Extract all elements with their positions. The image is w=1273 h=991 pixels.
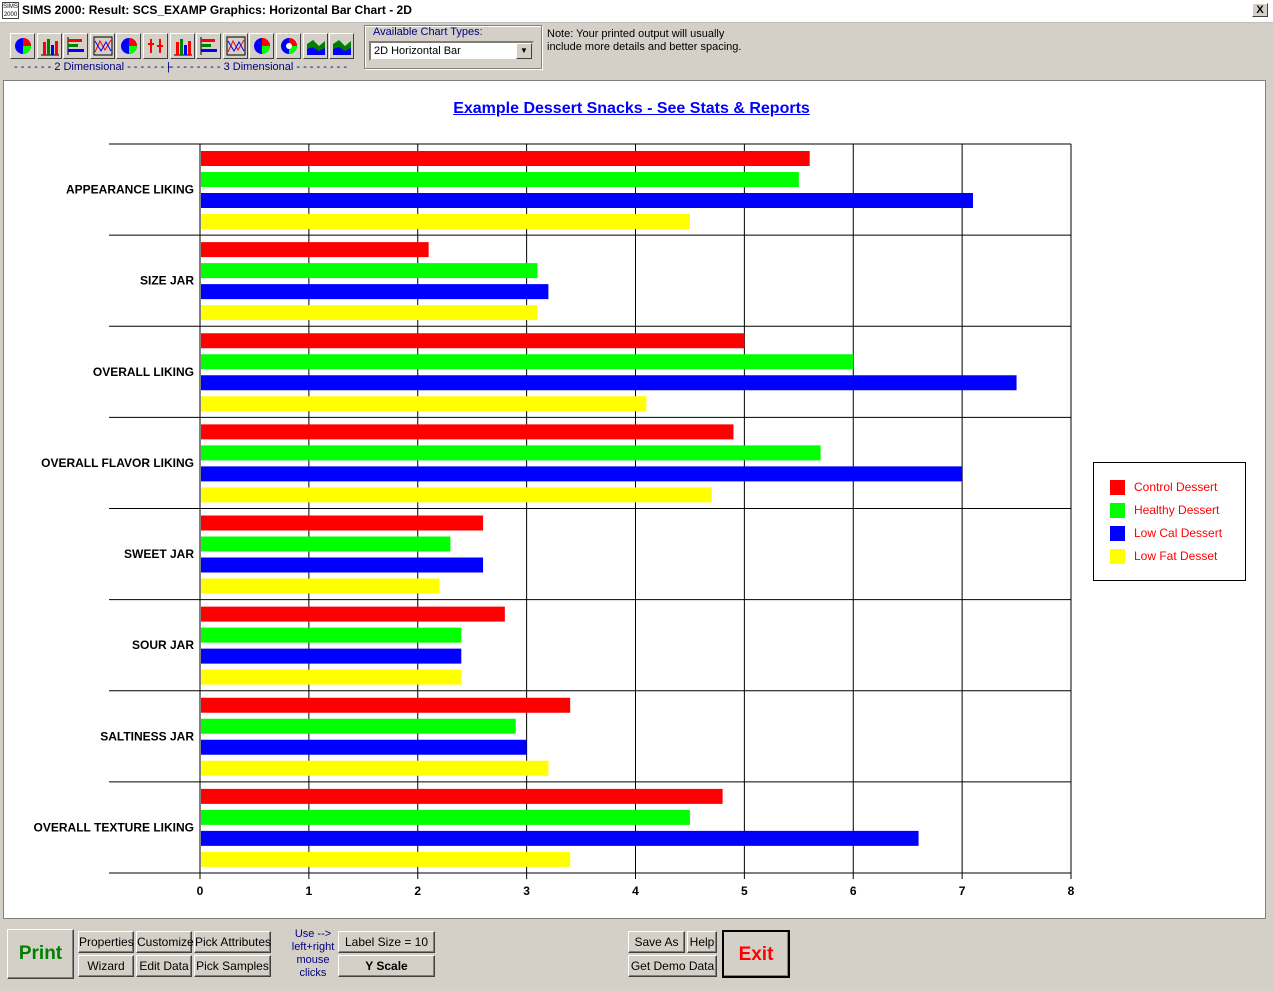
bar-chart: 0 1 2 3 4 5 6 7 8 APPEARANCE LIKING SIZE JAR OVERAL…	[34, 143, 1075, 898]
customize-button[interactable]: Customize	[136, 931, 194, 953]
bar[interactable]	[201, 851, 571, 867]
bar[interactable]	[201, 578, 440, 594]
legend-label: Low Cal Dessert	[1134, 526, 1223, 540]
bar[interactable]	[201, 487, 712, 503]
bar[interactable]	[201, 424, 734, 440]
bar[interactable]	[201, 809, 690, 825]
category-label: SOUR JAR	[132, 638, 194, 652]
x-tick-label: 3	[523, 884, 530, 898]
pie-chart-icon[interactable]	[116, 33, 142, 59]
edit-data-button[interactable]: Edit Data	[136, 955, 192, 977]
legend-swatch	[1110, 503, 1125, 518]
bar[interactable]	[201, 284, 549, 300]
bar[interactable]	[201, 263, 538, 279]
bar[interactable]	[201, 515, 484, 531]
vertical-bar-3d-icon[interactable]	[169, 33, 195, 59]
x-tick-label: 0	[197, 884, 204, 898]
mouse-hint: Use --> left+right mouse clicks	[291, 928, 335, 979]
bar[interactable]	[201, 788, 723, 804]
category-label: SIZE JAR	[140, 274, 194, 288]
legend-swatch	[1110, 549, 1125, 564]
bar[interactable]	[201, 396, 647, 412]
x-tick-label: 4	[632, 884, 639, 898]
bar[interactable]	[201, 536, 451, 552]
x-tick-label: 6	[850, 884, 857, 898]
category-label: SALTINESS JAR	[100, 729, 194, 743]
bar[interactable]	[201, 760, 549, 776]
horizontal-bar-3d-icon[interactable]	[196, 33, 222, 59]
line-chart-icon[interactable]	[89, 33, 115, 59]
chart-legend: Control Dessert Healthy Dessert Low Cal De…	[1093, 462, 1246, 581]
properties-button[interactable]: Properties	[78, 931, 134, 953]
x-tick-label: 2	[414, 884, 421, 898]
bar[interactable]	[201, 354, 854, 370]
bar[interactable]	[201, 669, 462, 685]
category-label: SWEET JAR	[124, 547, 194, 561]
exit-button[interactable]: Exit	[722, 930, 790, 978]
pick-samples-button[interactable]: Pick Samples	[194, 955, 271, 977]
legend-swatch	[1110, 526, 1125, 541]
bar[interactable]	[201, 739, 527, 755]
bar[interactable]	[201, 151, 810, 166]
dial-chart-icon[interactable]	[10, 33, 35, 59]
wizard-button[interactable]: Wizard	[78, 955, 134, 977]
line-3d-icon[interactable]	[222, 33, 248, 59]
bar[interactable]	[201, 193, 974, 208]
category-label: OVERALL FLAVOR LIKING	[41, 456, 194, 470]
legend-label: Low Fat Desset	[1134, 549, 1218, 563]
horizontal-bar-chart-icon[interactable]	[63, 33, 89, 59]
x-tick-label: 5	[741, 884, 748, 898]
category-label: OVERALL TEXTURE LIKING	[34, 820, 194, 834]
bar[interactable]	[201, 172, 799, 187]
save-as-button[interactable]: Save As	[628, 931, 685, 953]
bar[interactable]	[201, 375, 1017, 391]
category-label: APPEARANCE LIKING	[66, 183, 194, 197]
x-tick-label: 1	[306, 884, 313, 898]
bar[interactable]	[201, 830, 919, 846]
high-low-chart-icon[interactable]	[143, 33, 168, 59]
legend-label: Healthy Dessert	[1134, 503, 1220, 517]
pie-3d-icon[interactable]	[249, 33, 275, 59]
bar[interactable]	[201, 466, 963, 482]
stacked-3d-icon[interactable]	[329, 33, 355, 59]
bar[interactable]	[201, 606, 505, 622]
bar[interactable]	[201, 718, 516, 734]
pick-attributes-button[interactable]: Pick Attributes	[194, 931, 271, 953]
category-label: OVERALL LIKING	[93, 365, 194, 379]
doughnut-3d-icon[interactable]	[276, 33, 301, 59]
label-size-button[interactable]: Label Size = 10	[338, 931, 435, 953]
vertical-bar-chart-icon[interactable]	[36, 33, 62, 59]
help-button[interactable]: Help	[687, 931, 717, 953]
bar[interactable]	[201, 445, 821, 461]
legend-swatch	[1110, 480, 1125, 495]
bar[interactable]	[201, 627, 462, 643]
bar[interactable]	[201, 648, 462, 664]
x-tick-label: 8	[1068, 884, 1075, 898]
bar[interactable]	[201, 214, 690, 229]
print-button[interactable]: Print	[7, 929, 74, 979]
bar[interactable]	[201, 557, 484, 573]
get-demo-data-button[interactable]: Get Demo Data	[628, 955, 717, 977]
bar[interactable]	[201, 305, 538, 321]
area-3d-icon[interactable]	[302, 33, 328, 59]
bar[interactable]	[201, 697, 571, 713]
y-scale-button[interactable]: Y Scale	[338, 955, 435, 977]
bar[interactable]	[201, 333, 745, 349]
legend-label: Control Dessert	[1134, 480, 1218, 494]
x-tick-label: 7	[959, 884, 966, 898]
bar[interactable]	[201, 242, 429, 258]
